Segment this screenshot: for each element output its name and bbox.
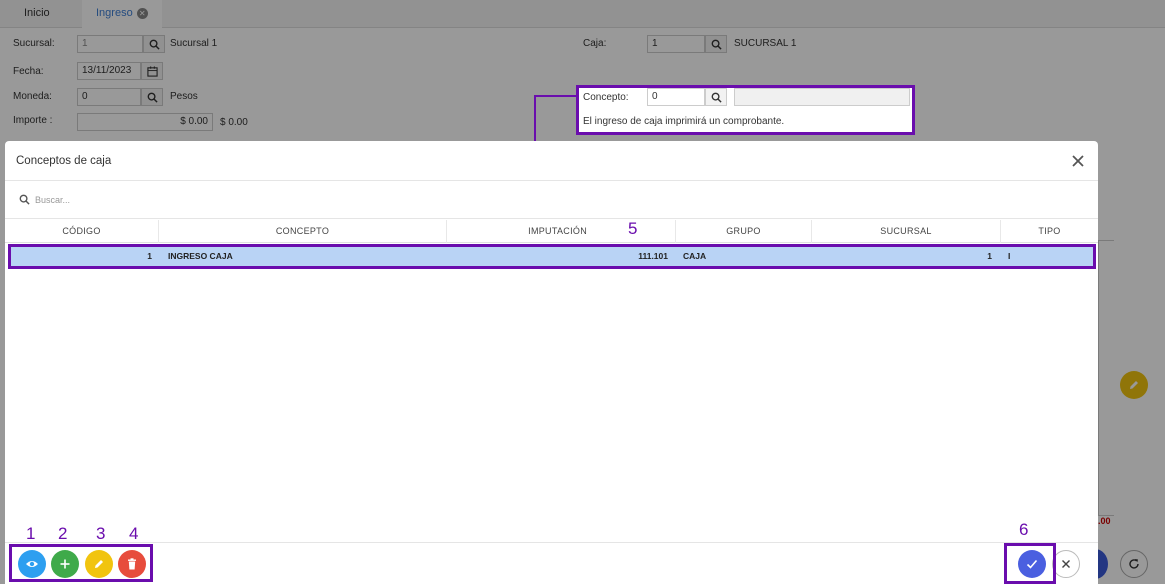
column-header-concepto[interactable]: CONCEPTO (159, 220, 447, 243)
cell-tipo: I (1008, 251, 1011, 261)
search-row (5, 182, 1098, 219)
column-header-sucursal[interactable]: SUCURSAL (812, 220, 1001, 243)
modal-close-button[interactable] (1070, 153, 1086, 169)
cell-grupo: CAJA (683, 251, 707, 261)
annotation-confirm-box (1004, 543, 1056, 584)
table-header: CÓDIGO CONCEPTO IMPUTACIÓN GRUPO SUCURSA… (5, 220, 1098, 243)
column-header-grupo[interactable]: GRUPO (676, 220, 812, 243)
close-icon (1072, 155, 1084, 167)
cell-sucursal: 1 (987, 251, 992, 261)
cell-codigo: 1 (147, 251, 152, 261)
cell-concepto: INGRESO CAJA (168, 251, 233, 261)
annotation-number-5: 5 (628, 219, 638, 238)
search-input[interactable] (35, 191, 535, 209)
cancel-button[interactable] (1052, 550, 1080, 578)
annotation-number-2: 2 (58, 524, 68, 543)
column-header-codigo[interactable]: CÓDIGO (5, 220, 159, 243)
annotation-concepto-box (576, 85, 915, 135)
search-icon (19, 194, 30, 205)
modal-header: Conceptos de caja (5, 141, 1098, 181)
table-row[interactable]: 1 INGRESO CAJA 111.101 CAJA 1 I (8, 244, 1096, 269)
cell-imputacion: 111.101 (638, 251, 668, 261)
annotation-number-1: 1 (26, 524, 36, 543)
column-header-tipo[interactable]: TIPO (1001, 220, 1098, 243)
conceptos-modal: Conceptos de caja CÓDIGO CONCEPTO IMPUTA… (5, 141, 1098, 584)
modal-title: Conceptos de caja (16, 155, 112, 167)
annotation-number-6: 6 (1019, 520, 1029, 539)
close-icon (1062, 560, 1070, 568)
modal-footer (5, 542, 1098, 584)
annotation-number-3: 3 (96, 524, 106, 543)
annotation-actions-box (9, 544, 153, 582)
column-header-imputacion[interactable]: IMPUTACIÓN (447, 220, 676, 243)
annotation-number-4: 4 (129, 524, 139, 543)
